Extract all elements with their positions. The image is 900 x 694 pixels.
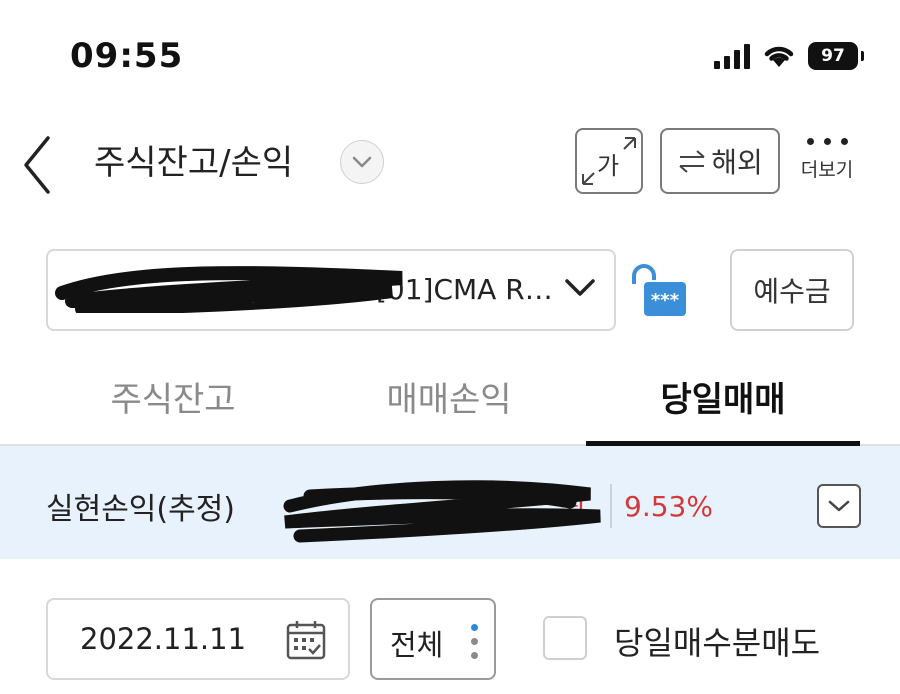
- more-button[interactable]: 더보기: [792, 138, 862, 182]
- tab-bar: 주식잔고 매매손익 당일매매: [0, 360, 900, 446]
- battery-level: 97: [821, 46, 845, 66]
- overseas-toggle-button[interactable]: 해외: [660, 128, 780, 194]
- page-title: 주식잔고/손익: [94, 143, 294, 183]
- redaction-scribble: [55, 266, 403, 313]
- account-selector[interactable]: [01]CMA R…: [46, 249, 616, 331]
- same-day-buy-sell-checkbox[interactable]: [543, 616, 587, 660]
- date-picker-field[interactable]: 2022.11.11: [46, 598, 350, 680]
- font-size-button[interactable]: 가: [575, 128, 643, 194]
- title-dropdown-button[interactable]: [340, 140, 384, 184]
- tab-stock-balance[interactable]: 주식잔고: [36, 372, 310, 421]
- chevron-down-icon: [352, 156, 372, 168]
- cellular-signal-icon: [714, 43, 750, 69]
- overseas-label: 해외: [711, 146, 763, 179]
- same-day-buy-sell-label: 당일매수분매도: [614, 624, 821, 662]
- profit-divider: [610, 484, 612, 528]
- profit-expand-button[interactable]: [817, 484, 861, 528]
- date-value: 2022.11.11: [80, 622, 247, 656]
- realized-profit-percent: 9.53%: [624, 490, 713, 523]
- trade-type-filter[interactable]: 전체: [370, 598, 496, 680]
- battery-icon: 97: [808, 42, 864, 70]
- svg-text:***: ***: [651, 290, 680, 311]
- realized-profit-label: 실현손익(추정): [46, 492, 236, 527]
- tab-trade-pnl[interactable]: 매매손익: [312, 372, 586, 421]
- swap-arrows-icon: [679, 150, 705, 173]
- vertical-dots-icon: [471, 624, 478, 659]
- deposit-button[interactable]: 예수금: [730, 249, 854, 331]
- chevron-down-icon: [565, 279, 595, 296]
- unlock-password-icon[interactable]: ***: [628, 262, 688, 320]
- font-size-label: 가: [597, 152, 620, 180]
- more-label: 더보기: [800, 159, 854, 181]
- realized-profit-bar: 실현손익(추정) 원 9.53%: [0, 446, 900, 559]
- chevron-down-icon: [828, 500, 850, 512]
- redaction-scribble: [283, 480, 601, 543]
- wifi-icon: [764, 46, 794, 67]
- tab-today-trades[interactable]: 당일매매: [586, 372, 860, 421]
- trade-type-value: 전체: [390, 628, 444, 662]
- back-arrow-icon[interactable]: [18, 130, 58, 200]
- more-dots-icon: [792, 138, 862, 145]
- status-icons: 97: [714, 42, 864, 70]
- calendar-icon[interactable]: [286, 620, 326, 660]
- status-time: 09:55: [70, 36, 184, 76]
